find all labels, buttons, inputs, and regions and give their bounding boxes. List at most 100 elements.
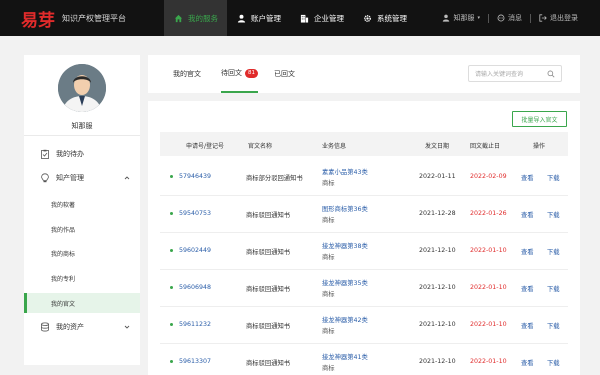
nav-system-management[interactable]: 系统管理	[353, 0, 416, 36]
divider	[530, 13, 531, 23]
sidebar-sub-works[interactable]: 我的作品	[24, 219, 140, 239]
sidebar-sub-official-docs[interactable]: 我的官文	[24, 293, 140, 313]
nav-label: 系统管理	[377, 13, 407, 23]
top-bar: 易芽 知识产权管理平台 我的服务 账户管理 企业管理 系统管理 知那服 ▾ 消息…	[0, 0, 600, 36]
sidebar-sub-software[interactable]: 我的软著	[24, 194, 140, 214]
messages-link[interactable]: 消息	[497, 13, 522, 23]
top-right-actions: 知那服 ▾ 消息 退出登录	[434, 0, 578, 36]
search-placeholder: 请输入关键词查询	[475, 71, 524, 78]
divider	[24, 135, 140, 136]
download-button[interactable]: 下载	[547, 321, 560, 330]
nav-label: 企业管理	[314, 13, 344, 23]
sidebar-item-label: 我的资产	[56, 323, 84, 331]
database-icon	[40, 322, 50, 332]
logout-icon	[539, 14, 547, 22]
sidebar-sub-label: 我的官文	[51, 300, 76, 308]
table-row: 57946439 商标部分驳回通知书 素素小品第43类 商标 2022-01-1…	[160, 159, 568, 196]
chevron-up-icon	[124, 176, 130, 180]
download-button[interactable]: 下载	[547, 173, 560, 182]
column-header: 申请号/登记号	[186, 143, 225, 150]
building-icon	[299, 13, 309, 23]
logo[interactable]: 易芽	[21, 6, 55, 31]
sidebar-item-label: 我的待办	[56, 150, 84, 158]
avatar[interactable]	[58, 64, 106, 112]
view-button[interactable]: 查看	[521, 321, 534, 330]
issue-date: 2021-12-28	[419, 210, 456, 217]
biz-type: 商标	[322, 254, 335, 261]
count-badge: 81	[245, 68, 258, 78]
nav-label: 我的服务	[188, 13, 218, 23]
download-button[interactable]: 下载	[547, 358, 560, 367]
sidebar-item-todo[interactable]: 我的待办	[24, 144, 140, 164]
reg-number[interactable]: 59602449	[179, 247, 211, 254]
download-button[interactable]: 下载	[547, 284, 560, 293]
status-dot	[170, 175, 173, 178]
reg-number[interactable]: 57946439	[179, 173, 211, 180]
biz-info[interactable]: 接龙神器第42类	[322, 315, 368, 324]
reg-number[interactable]: 59540753	[179, 210, 211, 217]
tab-label: 我的官文	[173, 70, 201, 78]
user-name: 知那服	[453, 14, 475, 22]
nav-my-services[interactable]: 我的服务	[164, 0, 227, 36]
biz-info[interactable]: 接龙神器第41类	[322, 352, 368, 361]
tab-my-docs[interactable]: 我的官文	[173, 55, 201, 93]
table-header: 申请号/登记号 官文名称 业务信息 发文日期 回文截止日 操作	[160, 132, 568, 156]
sidebar-item-ip-management[interactable]: 知产管理	[24, 168, 140, 188]
lightbulb-icon	[40, 173, 50, 183]
column-header: 操作	[533, 143, 546, 150]
biz-info[interactable]: 接龙神器第38类	[322, 241, 368, 250]
issue-date: 2021-12-10	[419, 358, 456, 365]
sidebar-item-label: 知产管理	[56, 174, 84, 182]
download-button[interactable]: 下载	[547, 247, 560, 256]
view-button[interactable]: 查看	[521, 173, 534, 182]
reg-number[interactable]: 59611232	[179, 321, 211, 328]
message-icon	[497, 14, 505, 22]
nav-account-management[interactable]: 账户管理	[227, 0, 290, 36]
sidebar: 知那服 我的待办 知产管理 我的软著 我的作品 我的商标 我的专利 我的官文 我…	[24, 55, 140, 365]
nav-enterprise-management[interactable]: 企业管理	[290, 0, 353, 36]
platform-title: 知识产权管理平台	[62, 14, 126, 23]
user-menu[interactable]: 知那服 ▾	[442, 13, 480, 23]
doc-name: 商标驳回通知书	[246, 286, 291, 293]
logout-link[interactable]: 退出登录	[539, 13, 578, 23]
view-button[interactable]: 查看	[521, 284, 534, 293]
reg-number[interactable]: 59613307	[179, 358, 211, 365]
biz-type: 商标	[322, 365, 335, 372]
chevron-down-icon	[124, 325, 130, 329]
sidebar-sub-patents[interactable]: 我的专利	[24, 268, 140, 288]
biz-info[interactable]: 素素小品第43类	[322, 167, 368, 176]
download-button[interactable]: 下载	[547, 210, 560, 219]
search-icon[interactable]	[547, 70, 555, 78]
doc-name: 商标驳回通知书	[246, 249, 291, 256]
user-icon	[236, 13, 246, 23]
tabs-panel: 我的官文 待回文 81 已回文 请输入关键词查询	[148, 55, 580, 93]
chevron-down-icon: ▾	[477, 15, 480, 21]
view-button[interactable]: 查看	[521, 358, 534, 367]
sidebar-sub-trademarks[interactable]: 我的商标	[24, 243, 140, 263]
logout-label: 退出登录	[550, 14, 578, 22]
bulk-import-button[interactable]: 批量导入官文	[512, 111, 567, 127]
biz-info[interactable]: 图形商标第36类	[322, 204, 368, 213]
messages-label: 消息	[508, 14, 522, 22]
search-input[interactable]: 请输入关键词查询	[468, 65, 562, 82]
home-icon	[173, 13, 183, 23]
reg-number[interactable]: 59606948	[179, 284, 211, 291]
sidebar-sub-label: 我的作品	[51, 226, 76, 234]
doc-name: 商标驳回通知书	[246, 212, 291, 219]
column-header: 官文名称	[248, 143, 273, 150]
tab-pending[interactable]: 待回文 81	[221, 55, 258, 93]
sidebar-item-assets[interactable]: 我的资产	[24, 317, 140, 337]
reply-deadline: 2022-01-10	[470, 358, 507, 365]
status-dot	[170, 323, 173, 326]
status-dot	[170, 212, 173, 215]
view-button[interactable]: 查看	[521, 210, 534, 219]
reply-deadline: 2022-02-09	[470, 173, 507, 180]
table-row: 59606948 商标驳回通知书 接龙神器第35类 商标 2021-12-10 …	[160, 270, 568, 307]
biz-info[interactable]: 接龙神器第35类	[322, 278, 368, 287]
view-button[interactable]: 查看	[521, 247, 534, 256]
table-row: 59613307 商标驳回通知书 接龙神器第41类 商标 2021-12-10 …	[160, 344, 568, 375]
user-icon	[443, 14, 450, 22]
tab-done[interactable]: 已回文	[274, 55, 295, 93]
issue-date: 2021-12-10	[419, 321, 456, 328]
divider	[488, 13, 489, 23]
